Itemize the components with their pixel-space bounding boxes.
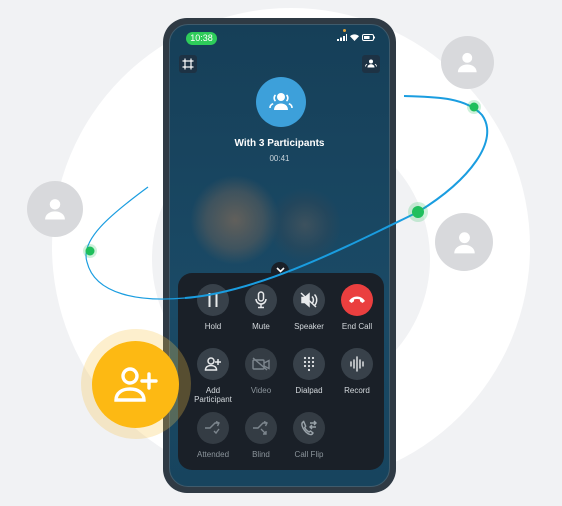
speaker-label: Speaker bbox=[294, 322, 324, 331]
blind-transfer-icon bbox=[253, 421, 268, 435]
group-icon bbox=[269, 93, 293, 110]
end-call-button[interactable]: End Call bbox=[332, 284, 382, 331]
blind-transfer-button[interactable]: Blind bbox=[236, 412, 286, 459]
video-label: Video bbox=[250, 386, 272, 395]
microphone-icon bbox=[255, 291, 267, 309]
participants-button[interactable] bbox=[362, 55, 380, 73]
signal-icon bbox=[337, 34, 347, 41]
wifi-icon bbox=[350, 34, 359, 41]
record-waveform-icon bbox=[350, 356, 364, 372]
screen-capture-button[interactable] bbox=[179, 55, 197, 73]
floating-avatar bbox=[441, 36, 494, 89]
call-duration: 00:41 bbox=[269, 154, 290, 163]
hold-label: Hold bbox=[204, 322, 222, 331]
pause-icon bbox=[208, 293, 218, 307]
call-screen: 10:38 With 3 Participants 00:41 Hold Mut… bbox=[169, 24, 390, 487]
record-button[interactable]: Record bbox=[332, 348, 382, 395]
attended-transfer-icon bbox=[205, 421, 220, 435]
hold-button[interactable]: Hold bbox=[188, 284, 238, 331]
floating-avatar bbox=[27, 181, 83, 237]
speaker-muted-icon bbox=[300, 292, 318, 308]
user-icon bbox=[458, 53, 477, 73]
phone-frame: 10:38 With 3 Participants 00:41 Hold Mut… bbox=[163, 18, 396, 493]
add-participant-label: Add Participant bbox=[194, 386, 232, 404]
video-blur bbox=[270, 185, 340, 265]
status-icons bbox=[337, 34, 375, 41]
participants-icon bbox=[365, 59, 377, 68]
user-icon bbox=[453, 231, 475, 253]
blind-label: Blind bbox=[252, 450, 270, 459]
floating-avatar bbox=[435, 213, 493, 271]
end-call-label: End Call bbox=[341, 322, 373, 331]
speaker-button[interactable]: Speaker bbox=[284, 284, 334, 331]
call-controls-panel: Hold Mute Speaker End Call Add Participa… bbox=[178, 273, 384, 470]
screen-capture-icon bbox=[182, 58, 194, 70]
call-flip-icon bbox=[301, 420, 317, 436]
video-off-icon bbox=[252, 357, 270, 371]
mute-button[interactable]: Mute bbox=[236, 284, 286, 331]
dialpad-icon bbox=[303, 356, 315, 372]
add-participant-button[interactable]: Add Participant bbox=[188, 348, 238, 404]
record-label: Record bbox=[344, 386, 370, 395]
end-call-icon bbox=[349, 296, 365, 303]
group-call-avatar bbox=[256, 77, 306, 127]
add-participant-badge bbox=[92, 341, 179, 428]
dialpad-button[interactable]: Dialpad bbox=[284, 348, 334, 395]
call-title: With 3 Participants bbox=[234, 138, 325, 149]
camera-indicator bbox=[343, 29, 346, 32]
user-icon bbox=[45, 199, 65, 220]
dialpad-label: Dialpad bbox=[295, 386, 323, 395]
video-button[interactable]: Video bbox=[236, 348, 286, 395]
video-blur bbox=[190, 175, 280, 265]
add-user-icon bbox=[113, 366, 158, 402]
attended-transfer-button[interactable]: Attended bbox=[188, 412, 238, 459]
battery-icon bbox=[362, 34, 375, 41]
call-flip-button[interactable]: Call Flip bbox=[284, 412, 334, 459]
status-time: 10:38 bbox=[186, 32, 217, 45]
add-user-icon bbox=[204, 357, 221, 371]
mute-label: Mute bbox=[252, 322, 270, 331]
call-flip-label: Call Flip bbox=[294, 450, 324, 459]
attended-label: Attended bbox=[196, 450, 230, 459]
